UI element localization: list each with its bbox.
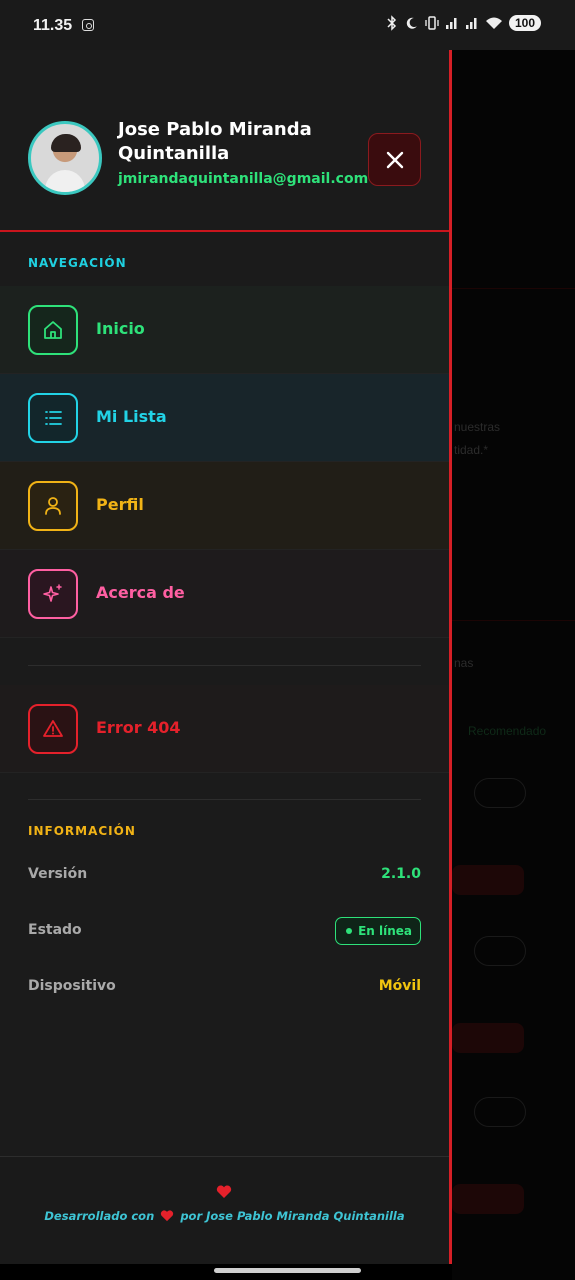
user-email: jmirandaquintanilla@gmail.com <box>118 171 369 187</box>
sparkles-icon-box <box>28 569 78 619</box>
user-icon-box <box>28 481 78 531</box>
navigation-section-title: NAVEGACIÓN <box>28 256 127 270</box>
navigation-drawer: Jose Pablo Miranda Quintanilla jmirandaq… <box>0 50 452 1264</box>
alert-triangle-icon <box>43 720 63 737</box>
signal-icon <box>445 18 457 29</box>
list-icon <box>45 411 62 425</box>
close-icon <box>386 151 403 168</box>
status-time: 11.35 <box>33 17 73 34</box>
footer-credit: Desarrollado con por Jose Pablo Miranda … <box>0 1209 449 1223</box>
divider-2 <box>28 799 421 800</box>
heart-inline-icon <box>161 1210 174 1222</box>
device-value: Móvil <box>378 978 421 994</box>
nav-item-acerca-de[interactable]: Acerca de <box>0 550 449 638</box>
user-icon <box>45 497 61 515</box>
info-row-dispositivo: Dispositivo Móvil <box>28 976 421 1000</box>
home-icon-box <box>28 305 78 355</box>
nav-item-mi-lista[interactable]: Mi Lista <box>0 374 449 462</box>
status-badge: En línea <box>335 917 421 945</box>
status-label: Estado <box>28 922 82 938</box>
drawer-header: Jose Pablo Miranda Quintanilla jmirandaq… <box>0 50 449 232</box>
info-row-version: Versión 2.1.0 <box>28 864 421 888</box>
instagram-notification-icon <box>82 19 94 31</box>
nav-item-error-404[interactable]: Error 404 <box>0 685 449 773</box>
drawer-footer: Desarrollado con por Jose Pablo Miranda … <box>0 1156 449 1264</box>
nav-label-acerca-de: Acerca de <box>96 583 185 602</box>
user-name: Jose Pablo Miranda Quintanilla <box>118 119 312 164</box>
close-drawer-button[interactable] <box>368 133 421 186</box>
wifi-icon <box>485 17 502 29</box>
list-icon-box <box>28 393 78 443</box>
bluetooth-icon <box>387 15 397 31</box>
nav-label-inicio: Inicio <box>96 319 145 338</box>
vibrate-icon <box>425 16 439 30</box>
home-icon <box>44 321 62 339</box>
info-row-estado: Estado En línea <box>28 917 421 945</box>
footer-suffix: por Jose Pablo Miranda Quintanilla <box>180 1209 405 1223</box>
nav-item-inicio[interactable]: Inicio <box>0 286 449 374</box>
home-indicator[interactable] <box>214 1268 361 1273</box>
status-bar: 11.35 100 <box>0 0 575 50</box>
status-icons: 100 <box>385 15 541 31</box>
version-value: 2.1.0 <box>381 866 421 882</box>
divider <box>28 665 421 666</box>
moon-icon <box>406 17 417 29</box>
nav-item-perfil[interactable]: Perfil <box>0 462 449 550</box>
version-label: Versión <box>28 866 88 882</box>
nav-label-perfil: Perfil <box>96 495 144 514</box>
heart-icon <box>216 1185 232 1198</box>
info-section-title: INFORMACIÓN <box>28 824 136 838</box>
status-value: En línea <box>358 924 412 938</box>
nav-label-error-404: Error 404 <box>96 718 181 737</box>
online-dot-icon <box>346 928 353 934</box>
sparkles-icon <box>43 584 62 602</box>
footer-prefix: Desarrollado con <box>44 1209 155 1223</box>
avatar <box>28 121 102 195</box>
battery-badge: 100 <box>508 15 541 31</box>
background-app-overlay[interactable]: nuestras tidad.* nas Recomendado <box>452 50 575 1280</box>
nav-label-mi-lista: Mi Lista <box>96 407 167 426</box>
device-label: Dispositivo <box>28 978 116 994</box>
signal-icon-2 <box>465 18 477 29</box>
alert-icon-box <box>28 704 78 754</box>
